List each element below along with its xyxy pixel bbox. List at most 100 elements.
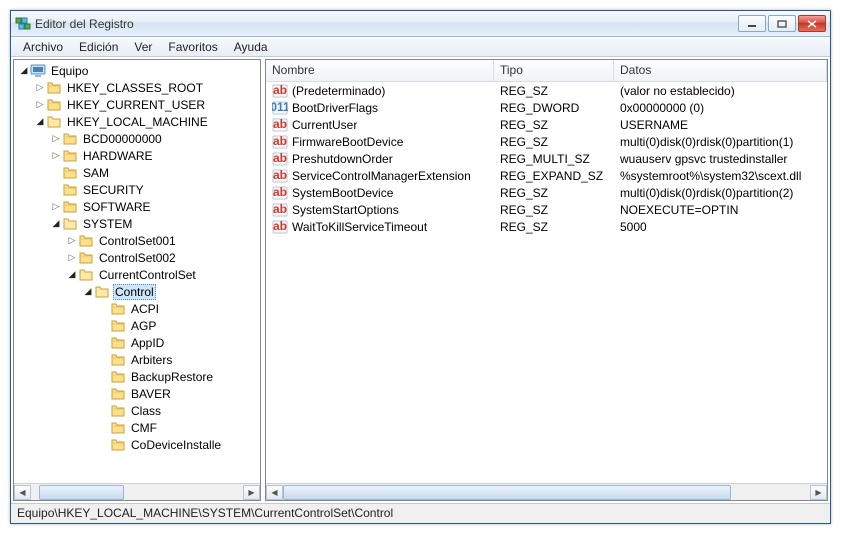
tree-item[interactable]: BAVER bbox=[14, 385, 260, 402]
tree-item[interactable]: Arbiters bbox=[14, 351, 260, 368]
expand-open-icon[interactable]: ◢ bbox=[50, 218, 62, 229]
tree-item[interactable]: ▷ HKEY_CLASSES_ROOT bbox=[14, 79, 260, 96]
tree-item[interactable]: ACPI bbox=[14, 300, 260, 317]
col-tipo[interactable]: Tipo bbox=[494, 60, 614, 81]
list-row[interactable]: ab WaitToKillServiceTimeout REG_SZ 5000 bbox=[266, 218, 827, 235]
tree-item[interactable]: CMF bbox=[14, 419, 260, 436]
registry-tree[interactable]: ◢ Equipo ▷ HKEY_CLASSES_ROOT ▷ HKEY_CURR… bbox=[14, 60, 260, 483]
scroll-left-icon[interactable]: ◀ bbox=[266, 485, 283, 500]
folder-icon bbox=[110, 404, 126, 418]
tree-item-label: Class bbox=[129, 404, 163, 418]
list-row[interactable]: 011 BootDriverFlags REG_DWORD 0x00000000… bbox=[266, 99, 827, 116]
tree-item[interactable]: ▷ ControlSet002 bbox=[14, 249, 260, 266]
tree-item-label: HKEY_CURRENT_USER bbox=[65, 98, 207, 112]
tree-item[interactable]: BackupRestore bbox=[14, 368, 260, 385]
folder-icon bbox=[110, 319, 126, 333]
tree-item[interactable]: SAM bbox=[14, 164, 260, 181]
value-data: 5000 bbox=[614, 220, 827, 234]
scroll-track[interactable] bbox=[31, 485, 243, 500]
list-row[interactable]: ab FirmwareBootDevice REG_SZ multi(0)dis… bbox=[266, 133, 827, 150]
expand-open-icon[interactable]: ◢ bbox=[82, 286, 94, 297]
list-row[interactable]: ab (Predeterminado) REG_SZ (valor no est… bbox=[266, 82, 827, 99]
value-data: NOEXECUTE=OPTIN bbox=[614, 203, 827, 217]
value-name: (Predeterminado) bbox=[292, 84, 385, 98]
string-value-icon: ab bbox=[272, 152, 288, 166]
folder-icon bbox=[46, 115, 62, 129]
tree-item[interactable]: ▷ HKEY_CURRENT_USER bbox=[14, 96, 260, 113]
scroll-track[interactable] bbox=[283, 485, 810, 500]
tree-item[interactable]: ◢ HKEY_LOCAL_MACHINE bbox=[14, 113, 260, 130]
scroll-left-icon[interactable]: ◀ bbox=[14, 485, 31, 500]
col-datos[interactable]: Datos bbox=[614, 60, 827, 81]
value-type: REG_SZ bbox=[494, 84, 614, 98]
scroll-thumb[interactable] bbox=[283, 485, 731, 500]
tree-item-label: HKEY_LOCAL_MACHINE bbox=[65, 115, 210, 129]
tree-scrollbar-h[interactable]: ◀ ▶ bbox=[14, 483, 260, 500]
value-name: SystemBootDevice bbox=[292, 186, 393, 200]
list-row[interactable]: ab SystemBootDevice REG_SZ multi(0)disk(… bbox=[266, 184, 827, 201]
expand-closed-icon[interactable]: ▷ bbox=[34, 82, 46, 93]
list-row[interactable]: ab PreshutdownOrder REG_MULTI_SZ wuauser… bbox=[266, 150, 827, 167]
tree-item[interactable]: ◢ SYSTEM bbox=[14, 215, 260, 232]
tree-item[interactable]: ▷ ControlSet001 bbox=[14, 232, 260, 249]
tree-item-label: BCD00000000 bbox=[81, 132, 164, 146]
value-data: (valor no establecido) bbox=[614, 84, 827, 98]
expand-closed-icon[interactable]: ▷ bbox=[34, 99, 46, 110]
value-type: REG_SZ bbox=[494, 186, 614, 200]
tree-item[interactable]: SECURITY bbox=[14, 181, 260, 198]
tree-item[interactable]: AppID bbox=[14, 334, 260, 351]
binary-value-icon: 011 bbox=[272, 101, 288, 115]
expand-open-icon[interactable]: ◢ bbox=[34, 116, 46, 127]
tree-item-label: Equipo bbox=[49, 64, 90, 78]
tree-item[interactable]: ◢ CurrentControlSet bbox=[14, 266, 260, 283]
col-nombre[interactable]: Nombre bbox=[266, 60, 494, 81]
tree-item-label: AppID bbox=[129, 336, 166, 350]
value-type: REG_MULTI_SZ bbox=[494, 152, 614, 166]
list-row[interactable]: ab CurrentUser REG_SZ USERNAME bbox=[266, 116, 827, 133]
folder-icon bbox=[110, 302, 126, 316]
scroll-right-icon[interactable]: ▶ bbox=[243, 485, 260, 500]
folder-icon bbox=[94, 285, 110, 299]
scroll-right-icon[interactable]: ▶ bbox=[810, 485, 827, 500]
tree-item[interactable]: CoDeviceInstalle bbox=[14, 436, 260, 453]
scroll-thumb[interactable] bbox=[39, 485, 124, 500]
expand-closed-icon[interactable]: ▷ bbox=[66, 235, 78, 246]
expand-closed-icon[interactable]: ▷ bbox=[50, 150, 62, 161]
expand-open-icon[interactable]: ◢ bbox=[18, 65, 30, 76]
tree-item[interactable]: ◢ Control bbox=[14, 283, 260, 300]
tree-item[interactable]: ▷ BCD00000000 bbox=[14, 130, 260, 147]
string-value-icon: ab bbox=[272, 84, 288, 98]
close-button[interactable] bbox=[798, 15, 826, 32]
expand-closed-icon[interactable]: ▷ bbox=[50, 201, 62, 212]
minimize-button[interactable] bbox=[738, 15, 766, 32]
tree-item[interactable]: ◢ Equipo bbox=[14, 62, 260, 79]
menu-edicion[interactable]: Edición bbox=[71, 38, 126, 56]
folder-icon bbox=[110, 387, 126, 401]
menu-ver[interactable]: Ver bbox=[126, 38, 160, 56]
folder-icon bbox=[62, 149, 78, 163]
registry-editor-window: Editor del Registro Archivo Edición Ver … bbox=[10, 10, 831, 524]
values-list[interactable]: ab (Predeterminado) REG_SZ (valor no est… bbox=[266, 82, 827, 483]
list-row[interactable]: ab SystemStartOptions REG_SZ NOEXECUTE=O… bbox=[266, 201, 827, 218]
value-data: %systemroot%\system32\scext.dll bbox=[614, 169, 827, 183]
maximize-button[interactable] bbox=[768, 15, 796, 32]
titlebar[interactable]: Editor del Registro bbox=[11, 11, 830, 37]
expand-closed-icon[interactable]: ▷ bbox=[66, 252, 78, 263]
menu-favoritos[interactable]: Favoritos bbox=[160, 38, 225, 56]
tree-item[interactable]: ▷ SOFTWARE bbox=[14, 198, 260, 215]
menu-archivo[interactable]: Archivo bbox=[15, 38, 71, 56]
tree-item[interactable]: AGP bbox=[14, 317, 260, 334]
tree-item[interactable]: Class bbox=[14, 402, 260, 419]
list-scrollbar-h[interactable]: ◀ ▶ bbox=[266, 483, 827, 500]
value-name: PreshutdownOrder bbox=[292, 152, 393, 166]
expand-closed-icon[interactable]: ▷ bbox=[50, 133, 62, 144]
string-value-icon: ab bbox=[272, 118, 288, 132]
value-name: SystemStartOptions bbox=[292, 203, 399, 217]
string-value-icon: ab bbox=[272, 186, 288, 200]
menu-ayuda[interactable]: Ayuda bbox=[226, 38, 276, 56]
expand-open-icon[interactable]: ◢ bbox=[66, 269, 78, 280]
string-value-icon: ab bbox=[272, 135, 288, 149]
list-row[interactable]: ab ServiceControlManagerExtension REG_EX… bbox=[266, 167, 827, 184]
svg-text:ab: ab bbox=[273, 135, 287, 148]
tree-item[interactable]: ▷ HARDWARE bbox=[14, 147, 260, 164]
